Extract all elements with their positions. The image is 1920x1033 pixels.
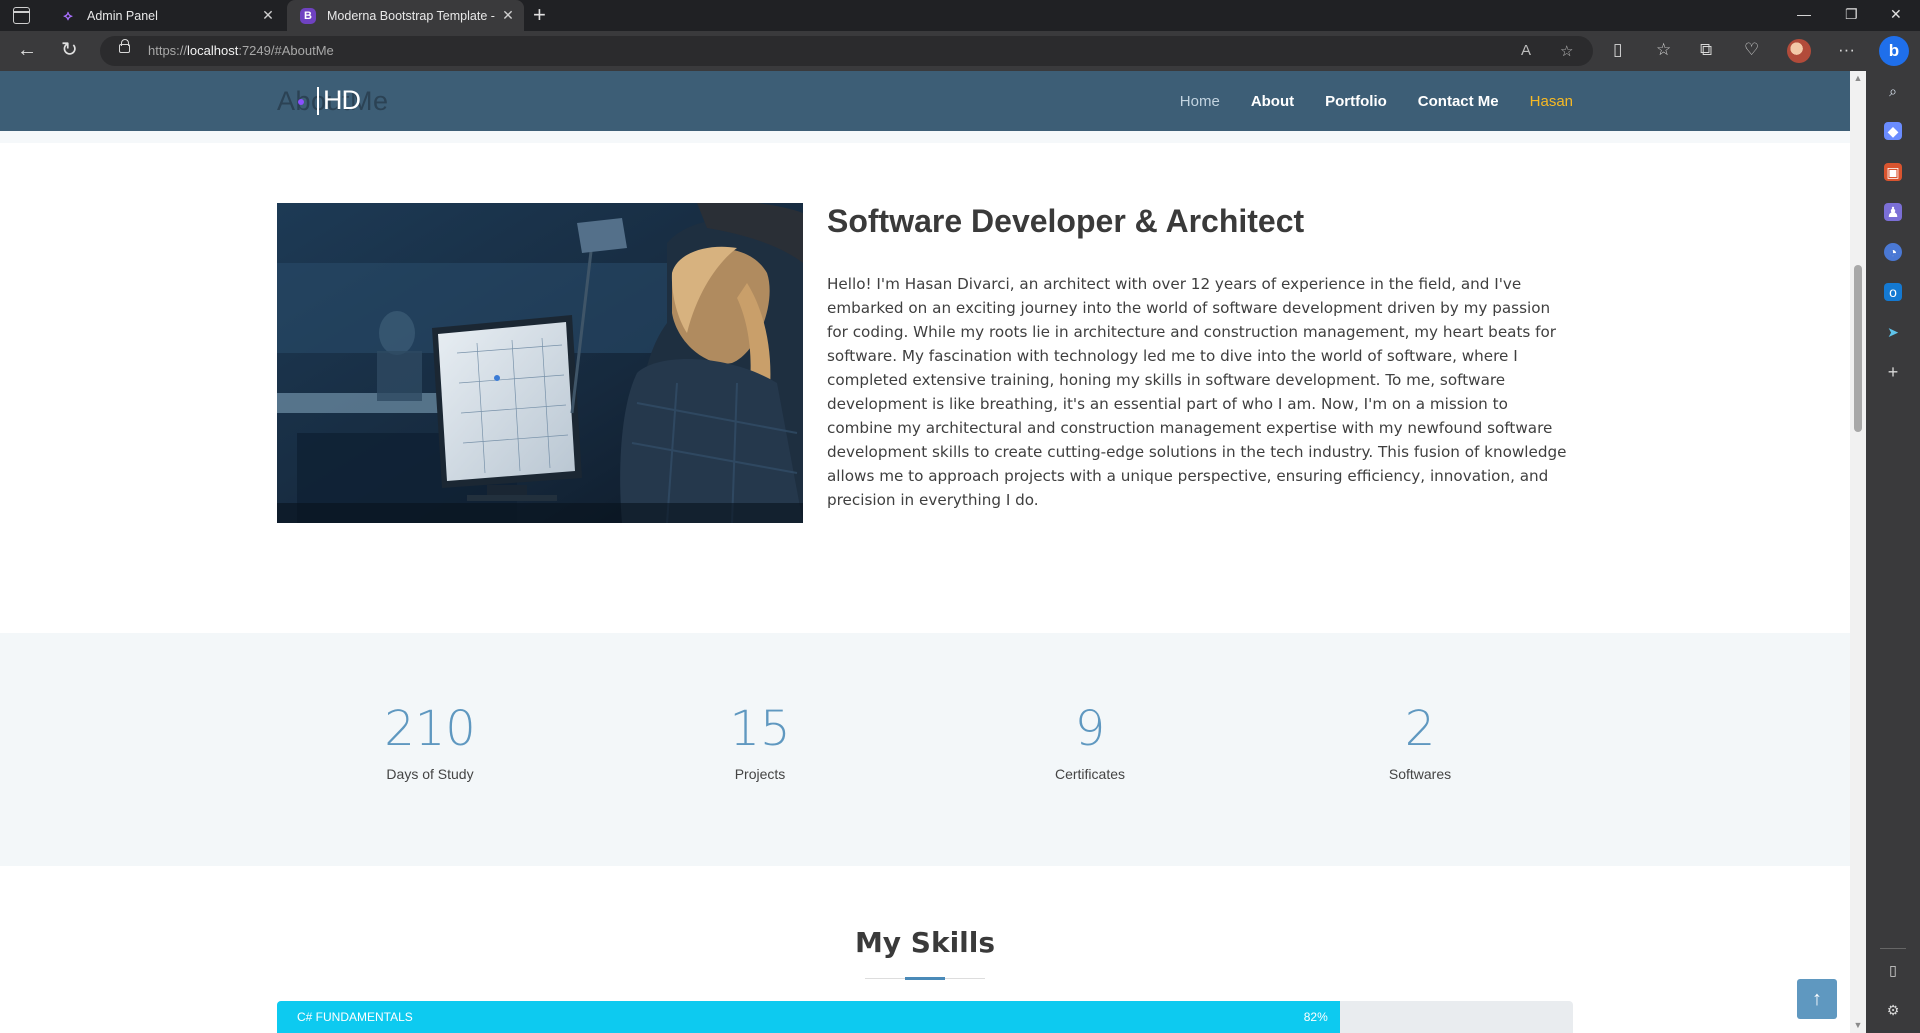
outlook-icon[interactable]: o <box>1884 283 1902 301</box>
url-text: https://localhost:7249/#AboutMe <box>148 43 334 58</box>
bootstrap-icon: B <box>300 7 316 24</box>
edge-sidebar: ⌕ ◆ ▣ ♟ ◔ o ➤ + ▯ ⚙ <box>1866 71 1920 1033</box>
nav-user-hasan[interactable]: Hasan <box>1530 93 1573 110</box>
tab-title: Admin Panel <box>87 8 158 23</box>
about-text: Hello! I'm Hasan Divarci, an architect w… <box>827 275 1567 509</box>
about-title: Software Developer & Architect <box>827 203 1305 239</box>
favorites-icon[interactable]: ☆ <box>1656 40 1671 60</box>
nav-home[interactable]: Home <box>1180 93 1220 110</box>
logo-divider <box>317 87 319 115</box>
more-options-icon[interactable]: ··· <box>1838 40 1855 60</box>
scroll-down-icon[interactable]: ▼ <box>1853 1020 1863 1030</box>
about-photo <box>277 203 803 523</box>
add-icon[interactable]: + <box>1884 363 1902 381</box>
count-value: 210 <box>384 701 476 757</box>
count-value: 9 <box>1074 701 1106 757</box>
scrollbar-thumb[interactable] <box>1854 265 1862 432</box>
count-label: Softwares <box>1388 766 1452 782</box>
count-days-of-study: 210 Days of Study <box>320 633 540 782</box>
copilot-icon[interactable]: b <box>1879 36 1909 66</box>
tab-admin-panel[interactable]: ⟡ Admin Panel ✕ <box>47 0 284 31</box>
header-shadow-band <box>0 131 1850 143</box>
tab-moderna-template[interactable]: B Moderna Bootstrap Template - I ✕ <box>287 0 524 31</box>
send-icon[interactable]: ➤ <box>1884 323 1902 341</box>
microsoft-365-icon[interactable]: ◔ <box>1884 243 1902 261</box>
tab-title: Moderna Bootstrap Template - I <box>327 8 498 23</box>
back-to-top-button[interactable]: ↑ <box>1797 979 1837 1019</box>
arrow-up-icon: ↑ <box>1812 988 1822 1010</box>
favorite-star-icon[interactable]: ☆ <box>1560 42 1573 60</box>
count-label: Projects <box>734 766 786 782</box>
skills-title: My Skills <box>854 926 996 959</box>
back-icon[interactable]: ← <box>17 40 37 60</box>
skill-percent: 82% <box>1303 1010 1328 1024</box>
window-close-icon[interactable]: ✕ <box>1890 6 1902 23</box>
count-label: Days of Study <box>386 766 474 782</box>
visual-studio-icon: ⟡ <box>63 7 73 23</box>
split-screen-icon[interactable]: ▯ <box>1613 40 1622 60</box>
settings-icon[interactable]: ⚙ <box>1884 1001 1902 1019</box>
lock-icon[interactable] <box>119 39 130 53</box>
games-icon[interactable]: ♟ <box>1884 203 1902 221</box>
nav-portfolio[interactable]: Portfolio <box>1325 93 1387 110</box>
count-certificates: 9 Certificates <box>980 633 1200 782</box>
site-logo[interactable]: AboutMe HD <box>277 83 397 119</box>
skill-name: C# FUNDAMENTALS <box>297 1010 413 1024</box>
sidebar-divider <box>1880 948 1906 949</box>
nav-about[interactable]: About <box>1251 93 1294 110</box>
skill-progress-bar: C# FUNDAMENTALS 82% <box>277 1001 1573 1033</box>
close-icon[interactable]: ✕ <box>258 7 278 24</box>
profile-avatar[interactable] <box>1787 39 1811 63</box>
count-label: Certificates <box>1054 766 1126 782</box>
close-icon[interactable]: ✕ <box>498 7 518 24</box>
logo-dot <box>298 99 304 105</box>
address-bar[interactable]: https://localhost:7249/#AboutMe A ☆ <box>100 36 1593 66</box>
minimize-icon[interactable]: — <box>1797 6 1811 22</box>
skill-progress-fill <box>277 1001 1340 1033</box>
page-viewport: AboutMe HD Home About Portfolio Contact … <box>0 71 1850 1033</box>
read-aloud-icon[interactable]: A <box>1521 42 1531 59</box>
scroll-up-icon[interactable]: ▲ <box>1853 73 1863 83</box>
nav-contact-me[interactable]: Contact Me <box>1418 93 1499 110</box>
hide-sidebar-icon[interactable]: ▯ <box>1884 961 1902 979</box>
site-header: AboutMe HD Home About Portfolio Contact … <box>0 71 1850 131</box>
page-scrollbar[interactable] <box>1850 71 1866 1033</box>
new-tab-icon[interactable]: + <box>533 4 546 26</box>
search-icon[interactable]: ⌕ <box>1884 82 1902 100</box>
collections-icon[interactable]: ⧉ <box>1700 40 1712 60</box>
tab-actions-icon[interactable] <box>13 7 30 24</box>
count-value: 2 <box>1404 701 1436 757</box>
browser-essentials-icon[interactable]: ♡ <box>1744 40 1759 60</box>
skills-title-accent <box>905 977 945 980</box>
shopping-tag-icon[interactable]: ◆ <box>1884 122 1902 140</box>
logo-text: HD <box>323 85 361 115</box>
main-nav: Home About Portfolio Contact Me Hasan <box>1180 71 1573 131</box>
count-projects: 15 Projects <box>650 633 870 782</box>
counts-section: 210 Days of Study 15 Projects 9 Certific… <box>0 633 1850 866</box>
count-value: 15 <box>729 701 791 757</box>
reload-icon[interactable]: ↻ <box>61 40 78 60</box>
restore-icon[interactable]: ❐ <box>1845 6 1858 23</box>
tools-icon[interactable]: ▣ <box>1884 163 1902 181</box>
browser-tab-bar: ⟡ Admin Panel ✕ B Moderna Bootstrap Temp… <box>0 0 1920 31</box>
browser-toolbar: ← ↻ https://localhost:7249/#AboutMe A ☆ … <box>0 31 1920 71</box>
count-softwares: 2 Softwares <box>1310 633 1530 782</box>
